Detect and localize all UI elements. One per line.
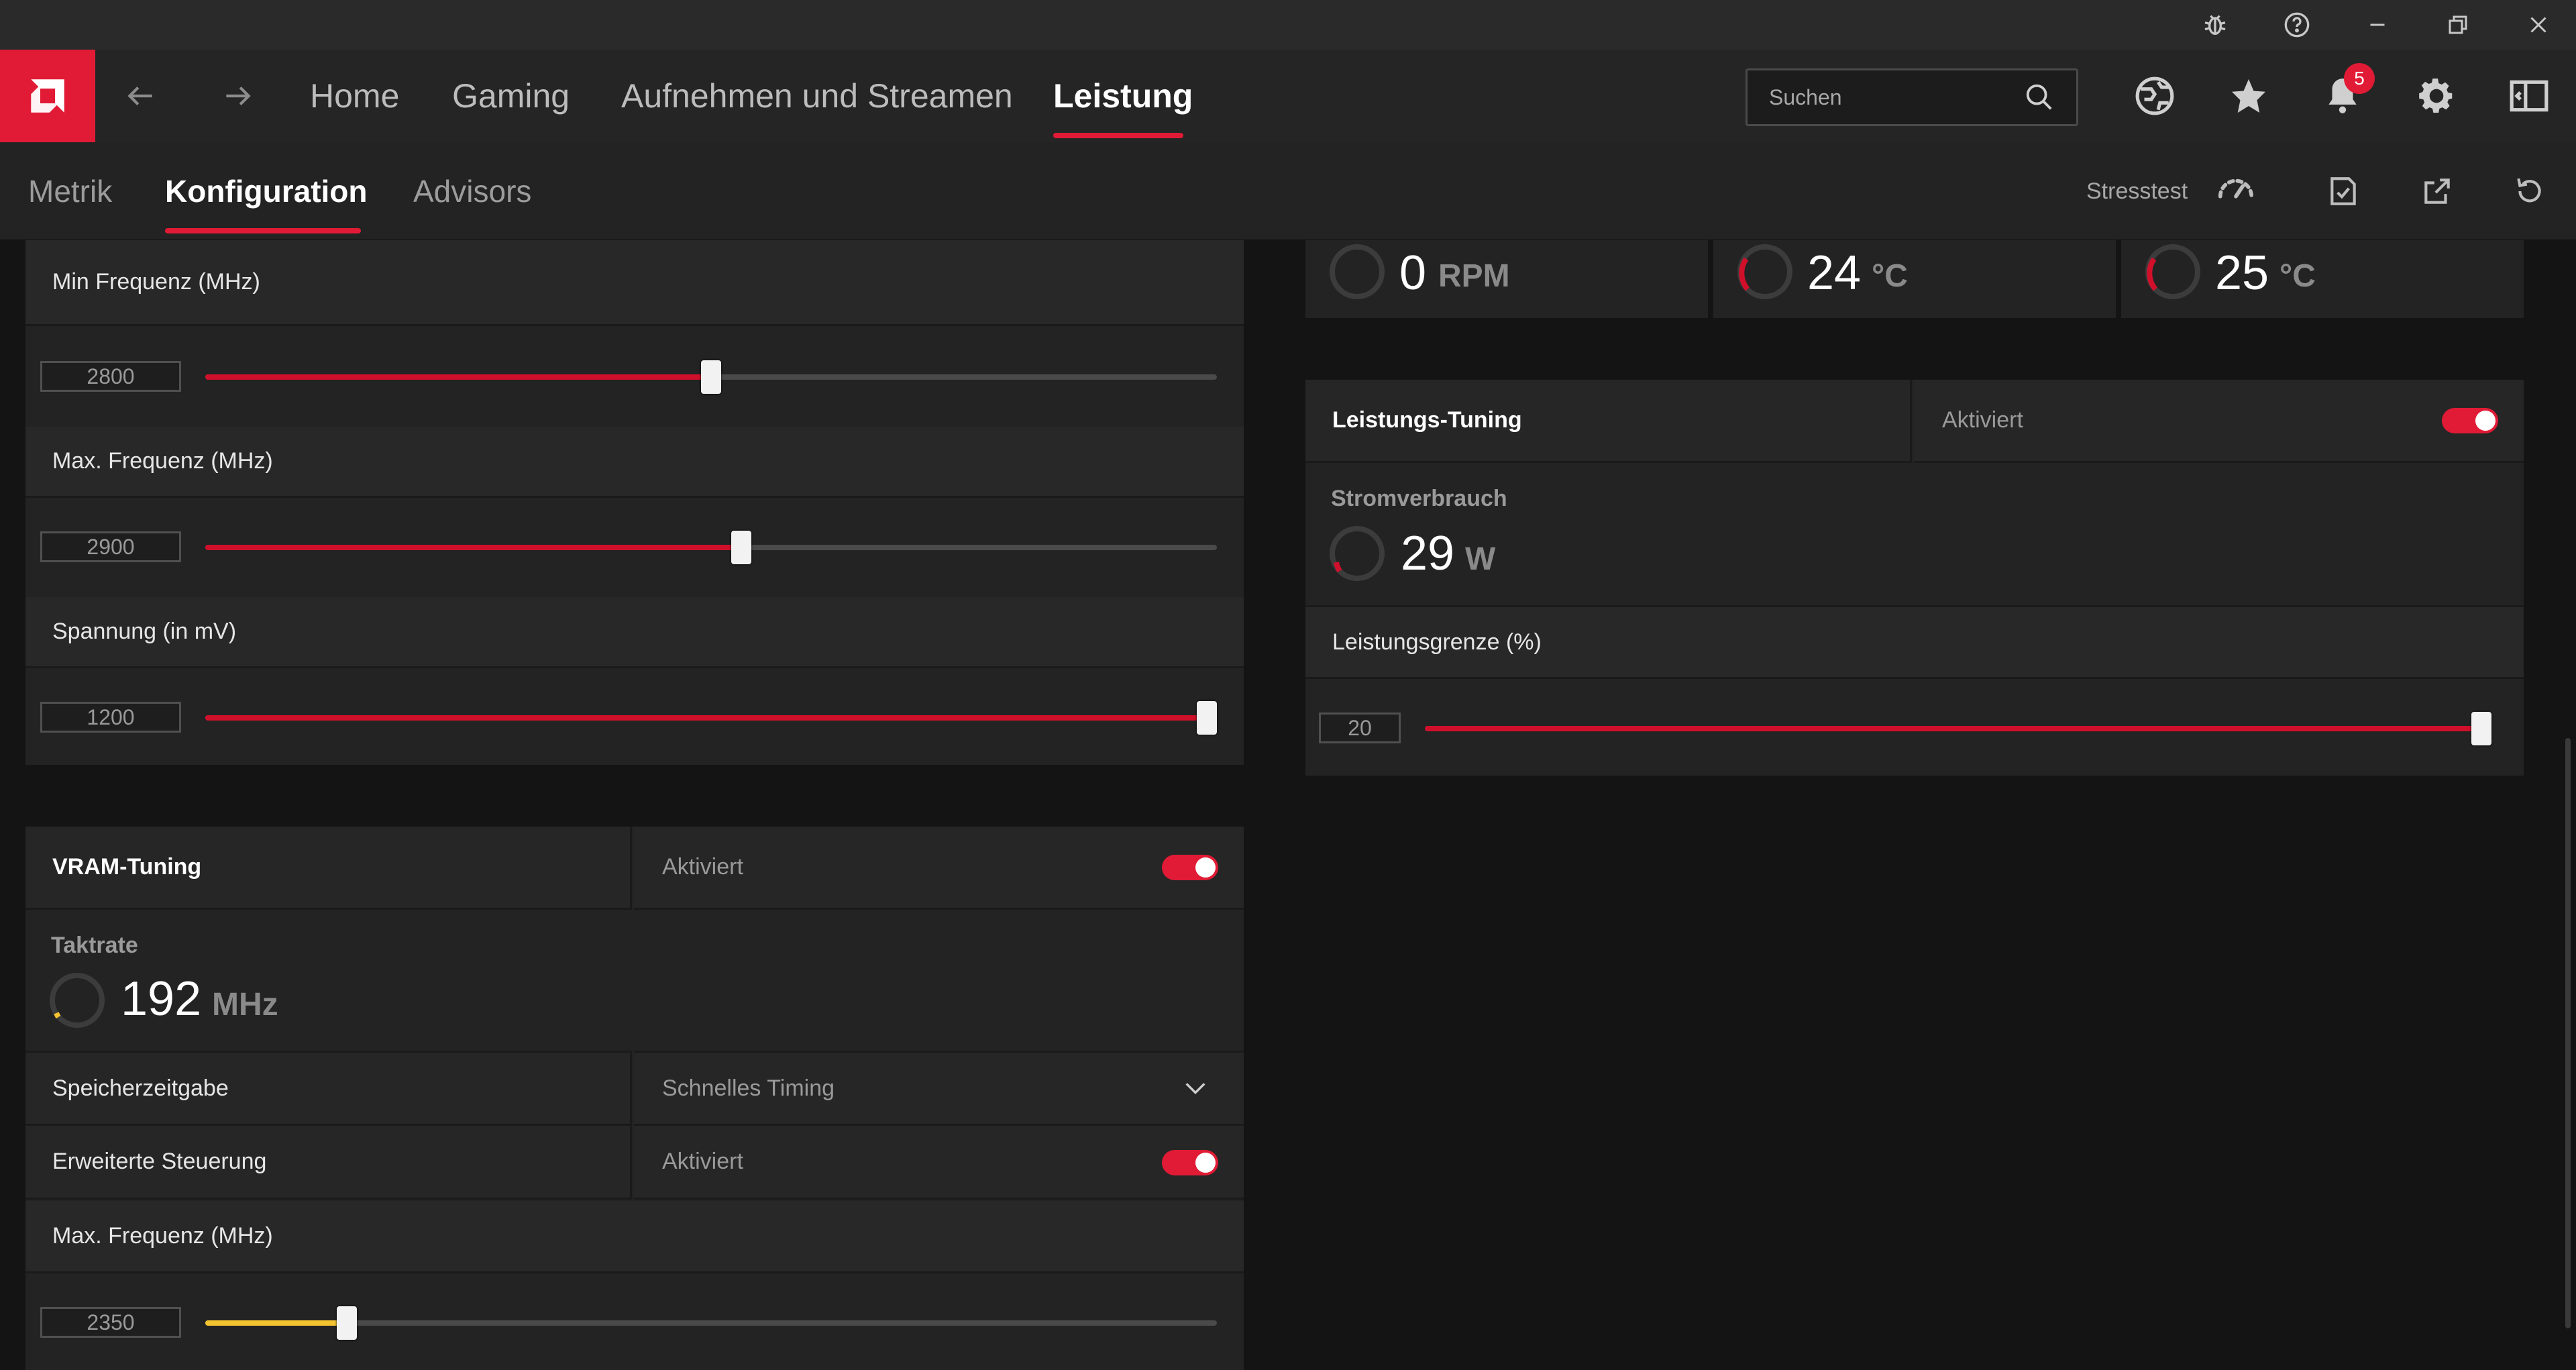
stresstest-label[interactable]: Stresstest	[2086, 142, 2188, 240]
forward-arrow-icon[interactable]	[197, 50, 278, 142]
min-frequency-input[interactable]: 2800	[40, 361, 181, 392]
max-frequency-slider-fill	[205, 545, 742, 550]
close-icon[interactable]	[2498, 0, 2576, 50]
advanced-control-toggle[interactable]	[1162, 1150, 1218, 1175]
chevron-down-icon[interactable]	[1182, 1075, 1209, 1102]
voltage-slider-thumb[interactable]	[1197, 701, 1217, 735]
vram-tuning-title: VRAM-Tuning	[25, 827, 632, 910]
min-frequency-label: Min Frequenz (MHz)	[25, 240, 1244, 326]
power-limit-input[interactable]: 20	[1319, 713, 1401, 743]
sub-nav-bar	[0, 142, 2576, 240]
export-icon[interactable]	[2400, 142, 2474, 240]
power-gauge-icon	[1330, 526, 1385, 581]
vram-max-frequency-label: Max. Frequenz (MHz)	[25, 1201, 1244, 1273]
vertical-scrollbar[interactable]	[2565, 738, 2571, 1328]
fan-speed-unit: RPM	[1438, 258, 1510, 294]
notification-badge: 5	[2344, 63, 2375, 94]
temperature-1-value: 24	[1807, 246, 1862, 300]
memory-timing-label: Speicherzeitgabe	[25, 1051, 632, 1126]
power-tuning-title: Leistungs-Tuning	[1305, 380, 1912, 463]
power-consumption-unit: W	[1465, 541, 1496, 577]
power-limit-label: Leistungsgrenze (%)	[1305, 605, 2524, 679]
min-frequency-slider-fill	[205, 374, 711, 380]
search-placeholder: Suchen	[1769, 85, 1842, 109]
max-frequency-label: Max. Frequenz (MHz)	[25, 427, 1244, 498]
star-icon[interactable]	[2208, 50, 2289, 142]
globe-icon[interactable]	[2114, 50, 2195, 142]
tab-metrik[interactable]: Metrik	[28, 142, 112, 240]
power-tuning-toggle[interactable]	[2442, 408, 2498, 433]
voltage-label: Spannung (in mV)	[25, 597, 1244, 668]
save-profile-icon[interactable]	[2306, 142, 2380, 240]
nav-home[interactable]: Home	[310, 50, 399, 142]
vram-max-frequency-slider-fill	[205, 1320, 347, 1326]
voltage-slider-fill	[205, 715, 1217, 721]
help-icon[interactable]	[2257, 0, 2337, 50]
vram-tuning-toggle[interactable]	[1162, 855, 1218, 880]
tab-advisors[interactable]: Advisors	[413, 142, 531, 240]
max-frequency-input[interactable]: 2900	[40, 531, 181, 562]
vram-clock-gauge-icon	[50, 973, 105, 1028]
stresstest-gauge-icon[interactable]	[2199, 142, 2273, 240]
search-icon	[2026, 84, 2052, 110]
advanced-control-label: Erweiterte Steuerung	[25, 1126, 632, 1200]
back-arrow-icon[interactable]	[101, 50, 181, 142]
amd-logo-icon[interactable]	[0, 50, 95, 142]
voltage-input[interactable]: 1200	[40, 702, 181, 733]
advanced-control-status: Aktiviert	[634, 1126, 1244, 1200]
bug-icon[interactable]	[2175, 0, 2255, 50]
search-input[interactable]: Suchen	[1746, 68, 2078, 126]
vram-max-frequency-slider-track[interactable]	[205, 1320, 1217, 1326]
sidebar-toggle-icon[interactable]	[2489, 50, 2569, 142]
vram-clock-unit: MHz	[212, 987, 278, 1022]
temperature-gauge-icon	[2145, 244, 2200, 299]
tab-active-underline	[165, 228, 361, 233]
minimize-icon[interactable]	[2337, 0, 2418, 50]
power-consumption-label: Stromverbrauch	[1331, 486, 1507, 511]
gear-icon[interactable]	[2396, 50, 2477, 142]
nav-active-underline	[1053, 133, 1183, 138]
memory-timing-dropdown[interactable]: Schnelles Timing	[634, 1051, 1244, 1126]
nav-gaming[interactable]: Gaming	[452, 50, 570, 142]
power-consumption-value: 29	[1401, 527, 1455, 580]
power-limit-slider-thumb[interactable]	[2471, 712, 2491, 745]
min-frequency-slider-thumb[interactable]	[701, 360, 721, 394]
vram-clock-label: Taktrate	[51, 933, 138, 958]
fan-speed-value: 0	[1399, 246, 1427, 300]
nav-aufnehmen-und-streamen[interactable]: Aufnehmen und Streamen	[621, 50, 1013, 142]
temperature-2-unit: °C	[2279, 258, 2316, 294]
max-frequency-slider-thumb[interactable]	[731, 531, 752, 564]
nav-leistung[interactable]: Leistung	[1053, 50, 1193, 142]
vram-clock-value: 192	[121, 972, 202, 1026]
vram-max-frequency-slider-thumb[interactable]	[337, 1306, 358, 1340]
reset-icon[interactable]	[2493, 142, 2567, 240]
fan-speed-gauge-icon	[1330, 244, 1385, 299]
temperature-1-unit: °C	[1872, 258, 1908, 294]
power-tuning-status: Aktiviert	[1914, 380, 2524, 463]
temperature-gauge-icon	[1737, 244, 1792, 299]
power-limit-slider-fill	[1425, 726, 2491, 731]
vram-max-frequency-input[interactable]: 2350	[40, 1307, 181, 1338]
bell-icon[interactable]	[2302, 50, 2383, 142]
tab-konfiguration[interactable]: Konfiguration	[165, 142, 368, 240]
vram-tuning-status: Aktiviert	[634, 827, 1244, 910]
temperature-2-value: 25	[2215, 246, 2269, 300]
restore-icon[interactable]	[2418, 0, 2498, 50]
